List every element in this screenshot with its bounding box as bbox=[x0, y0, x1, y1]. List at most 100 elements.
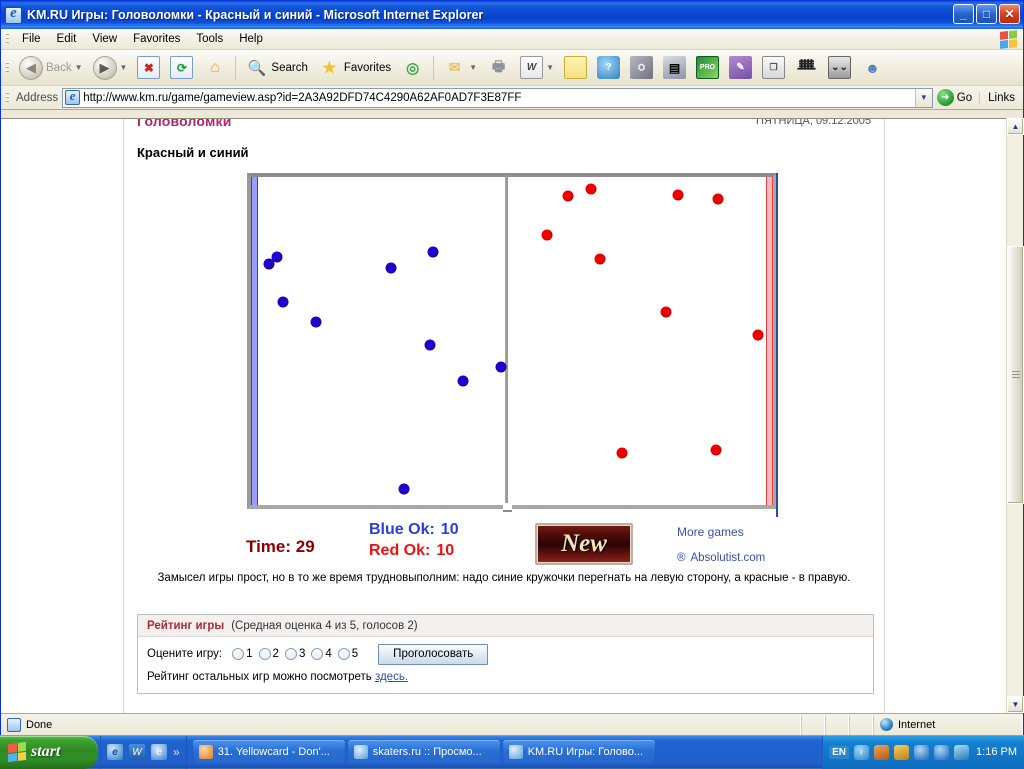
quicklaunch-word-icon[interactable]: W bbox=[129, 744, 145, 760]
taskbar-task[interactable]: skaters.ru :: Просмо... bbox=[348, 740, 500, 764]
print-button[interactable]: 🖶 bbox=[482, 53, 515, 83]
board-right-field[interactable] bbox=[508, 177, 773, 505]
radio-icon[interactable] bbox=[338, 648, 350, 660]
media-button[interactable]: ◎ bbox=[396, 53, 429, 83]
status-message-pane: Done bbox=[1, 715, 801, 735]
scroll-up-button[interactable]: ▲ bbox=[1007, 118, 1024, 135]
rating-footer-link[interactable]: здесь. bbox=[375, 671, 408, 683]
game-board-right[interactable] bbox=[506, 173, 777, 509]
new-game-button[interactable]: New bbox=[535, 523, 633, 565]
edit-button[interactable]: W ▼ bbox=[515, 53, 559, 83]
links-button[interactable]: Links bbox=[979, 92, 1023, 104]
book-button[interactable]: ▤ bbox=[658, 53, 691, 83]
download-button[interactable]: ⌄⌄ bbox=[823, 53, 856, 83]
forward-arrow-icon: ▶ bbox=[93, 56, 117, 80]
copy-button[interactable]: ❐ bbox=[757, 53, 790, 83]
menu-grip-handle[interactable] bbox=[3, 31, 11, 47]
taskbar-task-label: 31. Yellowcard - Don'... bbox=[218, 746, 330, 758]
address-grip-handle[interactable] bbox=[3, 90, 11, 106]
quicklaunch-ie-icon[interactable]: e bbox=[107, 744, 123, 760]
minimize-button[interactable]: _ bbox=[953, 4, 974, 24]
msn-help-icon: ? bbox=[597, 56, 620, 79]
menu-favorites[interactable]: Favorites bbox=[125, 31, 188, 47]
note-icon bbox=[564, 56, 587, 79]
address-dropdown-button[interactable]: ▼ bbox=[915, 89, 932, 107]
tray-icon-1[interactable] bbox=[874, 745, 889, 760]
center-gate-gap bbox=[503, 503, 512, 512]
refresh-button[interactable]: ⟳ bbox=[165, 53, 198, 83]
game-applet[interactable] bbox=[247, 173, 777, 516]
back-button[interactable]: ◀ Back ▼ bbox=[14, 53, 88, 83]
tray-icon-5[interactable] bbox=[954, 745, 969, 760]
forward-button[interactable]: ▶ ▼ bbox=[88, 53, 133, 83]
pro-button[interactable]: PRO bbox=[691, 53, 724, 83]
address-input-box[interactable]: ▼ bbox=[62, 88, 933, 108]
search-button[interactable]: 🔍 Search bbox=[240, 53, 312, 83]
msn-button[interactable]: ? bbox=[592, 53, 625, 83]
go-label: Go bbox=[957, 92, 972, 104]
menu-edit[interactable]: Edit bbox=[49, 31, 85, 47]
board-left-field[interactable] bbox=[251, 177, 505, 505]
stop-button[interactable]: ✖ bbox=[132, 53, 165, 83]
menu-tools[interactable]: Tools bbox=[188, 31, 231, 47]
maximize-button[interactable]: □ bbox=[976, 4, 997, 24]
radio-icon[interactable] bbox=[259, 648, 271, 660]
address-input[interactable] bbox=[83, 92, 915, 104]
more-games-link[interactable]: More games bbox=[677, 525, 744, 539]
game-board-left[interactable] bbox=[247, 173, 507, 509]
rating-radio-3[interactable]: 3 bbox=[285, 648, 305, 660]
tray-expand-icon[interactable]: ‹ bbox=[854, 745, 869, 760]
dictionary-button[interactable]: ✎ bbox=[724, 53, 757, 83]
close-button[interactable]: ✕ bbox=[999, 4, 1020, 24]
breadcrumb[interactable]: Головоломки bbox=[137, 119, 232, 129]
dictionary-icon: ✎ bbox=[729, 56, 752, 79]
ie-icon bbox=[509, 745, 523, 759]
tray-icon-3[interactable] bbox=[914, 745, 929, 760]
quicklaunch-app-icon[interactable]: e bbox=[151, 744, 167, 760]
menu-help[interactable]: Help bbox=[231, 31, 271, 47]
radio-icon[interactable] bbox=[311, 648, 323, 660]
rating-radio-5-label: 5 bbox=[352, 648, 358, 660]
vote-button[interactable]: Проголосовать bbox=[378, 644, 488, 665]
quicklaunch-overflow-icon[interactable]: » bbox=[173, 745, 180, 759]
taskbar-task[interactable]: KM.RU Игры: Голово... bbox=[503, 740, 655, 764]
taskbar-task[interactable]: 31. Yellowcard - Don'... bbox=[193, 740, 345, 764]
address-label: Address bbox=[16, 92, 58, 104]
network-button[interactable]: ⛭ bbox=[625, 53, 658, 83]
favorites-button[interactable]: ★ Favorites bbox=[313, 53, 396, 83]
person-button[interactable]: ᚙ bbox=[790, 53, 823, 83]
start-button[interactable]: start bbox=[0, 736, 98, 769]
scroll-down-button[interactable]: ▼ bbox=[1007, 696, 1024, 713]
rating-radio-1[interactable]: 1 bbox=[232, 648, 252, 660]
home-button[interactable]: ⌂ bbox=[198, 53, 231, 83]
messenger-button[interactable]: ☻ bbox=[856, 53, 889, 83]
menu-view[interactable]: View bbox=[84, 31, 125, 47]
notes-button[interactable] bbox=[559, 53, 592, 83]
media-player-icon bbox=[199, 745, 213, 759]
vertical-scrollbar[interactable]: ▲ ▼ bbox=[1006, 118, 1023, 713]
rating-radio-2[interactable]: 2 bbox=[259, 648, 279, 660]
absolutist-link[interactable]: ®Absolutist.com bbox=[677, 552, 765, 564]
status-pane-1 bbox=[801, 715, 825, 735]
language-indicator[interactable]: EN bbox=[829, 746, 849, 759]
tray-icon-4[interactable] bbox=[934, 745, 949, 760]
links-label: Links bbox=[988, 92, 1015, 104]
game-footer: Time: 29 Blue Ok:10 Red Ok:10 New More g… bbox=[137, 517, 897, 573]
score-display: Blue Ok:10 Red Ok:10 bbox=[369, 521, 459, 560]
mail-button[interactable]: ✉ ▼ bbox=[438, 53, 482, 83]
tray-icon-2[interactable] bbox=[894, 745, 909, 760]
game-description: Замысел игры прост, но в то же время тру… bbox=[141, 571, 867, 586]
rating-radio-4[interactable]: 4 bbox=[311, 648, 331, 660]
rating-radio-5[interactable]: 5 bbox=[338, 648, 358, 660]
status-message: Done bbox=[26, 719, 52, 731]
radio-icon[interactable] bbox=[232, 648, 244, 660]
menu-file[interactable]: File bbox=[14, 31, 49, 47]
browser-window: KM.RU Игры: Головоломки - Красный и сини… bbox=[0, 0, 1024, 735]
chevron-down-icon: ▼ bbox=[75, 63, 83, 72]
toolbar-grip-handle[interactable] bbox=[3, 60, 11, 76]
scrollbar-thumb[interactable] bbox=[1007, 246, 1024, 504]
rating-title: Рейтинг игры bbox=[147, 620, 224, 632]
go-button[interactable]: ➜ Go bbox=[933, 89, 979, 106]
pro-addon-icon: PRO bbox=[696, 56, 719, 79]
radio-icon[interactable] bbox=[285, 648, 297, 660]
